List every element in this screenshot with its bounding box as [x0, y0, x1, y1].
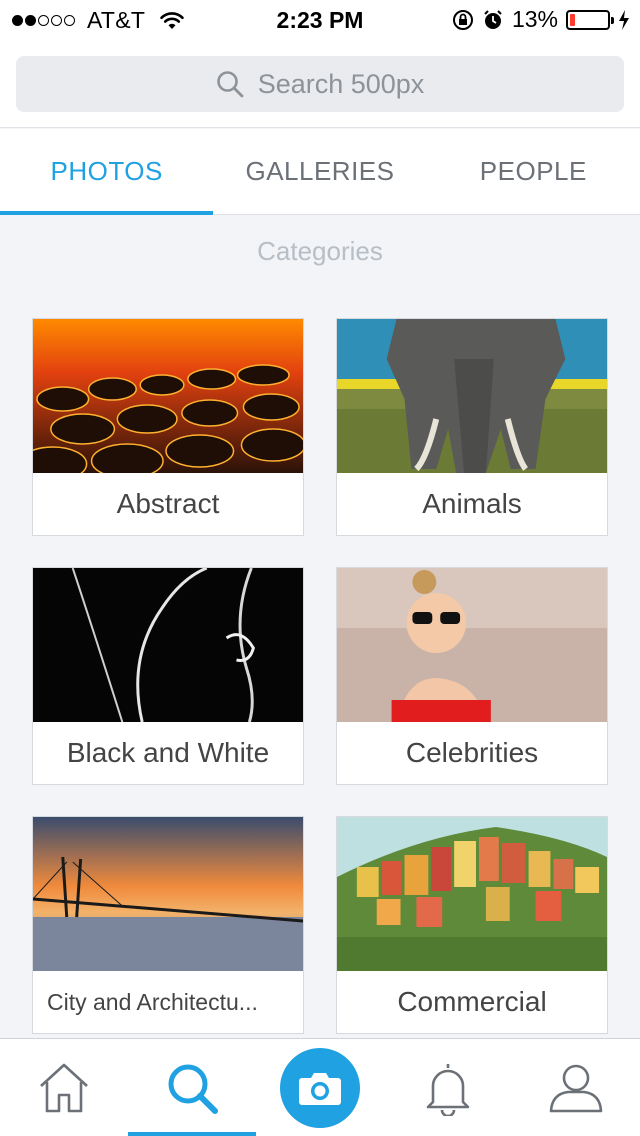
- search-input[interactable]: Search 500px: [16, 56, 624, 112]
- alarm-icon: [484, 9, 502, 29]
- category-label: City and Architectu...: [47, 988, 258, 1015]
- black-and-white-thumbnail: [33, 568, 303, 722]
- nav-notifications[interactable]: [384, 1039, 512, 1136]
- nav-camera[interactable]: [256, 1039, 384, 1136]
- section-title: Categories: [257, 236, 383, 266]
- profile-icon: [549, 1064, 603, 1112]
- home-icon: [40, 1063, 88, 1112]
- search-tabs: PHOTOS GALLERIES PEOPLE: [0, 129, 640, 215]
- battery-level: [570, 13, 575, 26]
- battery-icon: [566, 9, 614, 30]
- search-area: Search 500px: [0, 40, 640, 128]
- category-label: Animals: [422, 488, 522, 519]
- bottom-tab-bar: [0, 1038, 640, 1136]
- category-label: Abstract: [116, 488, 220, 519]
- tab-people[interactable]: PEOPLE: [427, 129, 640, 214]
- nav-search[interactable]: [128, 1039, 256, 1136]
- nav-home[interactable]: [0, 1039, 128, 1136]
- search-placeholder: Search 500px: [257, 68, 425, 99]
- status-right: 13%: [452, 6, 630, 33]
- category-card-commercial[interactable]: Commercial: [336, 816, 608, 1034]
- camera-icon: [299, 1072, 341, 1105]
- charging-bolt-icon: [619, 9, 629, 30]
- nav-profile[interactable]: [512, 1039, 640, 1136]
- celebrities-thumbnail: [337, 568, 607, 722]
- category-card-animals[interactable]: Animals: [336, 318, 608, 536]
- tab-photos[interactable]: PHOTOS: [0, 129, 214, 215]
- battery-percent: 13%: [511, 6, 558, 32]
- category-card-abstract[interactable]: Abstract: [32, 318, 304, 536]
- status-bar: AT&T 2:23 PM 13%: [0, 0, 640, 40]
- search-icon: [168, 1064, 218, 1114]
- category-card-city-and-architecture[interactable]: City and Architectu...: [32, 816, 304, 1034]
- tab-galleries[interactable]: GALLERIES: [213, 129, 426, 214]
- bell-icon: [426, 1063, 470, 1116]
- rotation-lock-icon: [452, 9, 473, 30]
- category-label: Commercial: [397, 986, 547, 1017]
- animals-thumbnail: [337, 319, 607, 473]
- camera-button[interactable]: [280, 1047, 360, 1128]
- category-label: Black and White: [66, 737, 270, 768]
- search-icon: [216, 71, 244, 98]
- city-and-architecture-thumbnail: [33, 817, 303, 971]
- commercial-thumbnail: [337, 817, 607, 971]
- category-card-celebrities[interactable]: Celebrities: [336, 567, 608, 785]
- category-label: Celebrities: [405, 737, 539, 768]
- abstract-thumbnail: [33, 319, 303, 473]
- category-card-black-and-white[interactable]: Black and White: [32, 567, 304, 785]
